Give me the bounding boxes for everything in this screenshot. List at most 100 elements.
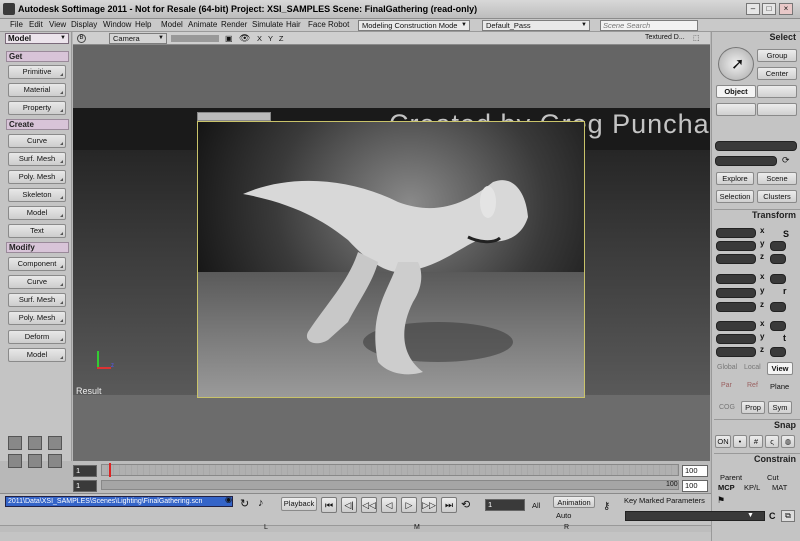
cog-button[interactable]: COG bbox=[719, 404, 735, 411]
key-set-field[interactable] bbox=[625, 511, 765, 521]
local-button[interactable]: Local bbox=[744, 364, 761, 371]
get-primitive-button[interactable]: Primitive bbox=[8, 65, 66, 79]
filter-slot-3[interactable] bbox=[716, 103, 756, 116]
toolbar-mode-select[interactable]: Model ▼ bbox=[5, 33, 69, 44]
layout-grid-icon[interactable] bbox=[48, 436, 62, 450]
snap-on-button[interactable]: ON bbox=[715, 435, 731, 448]
rotate-z-field[interactable] bbox=[716, 302, 756, 312]
mat-tab[interactable]: MAT bbox=[772, 483, 787, 492]
get-material-button[interactable]: Material bbox=[8, 83, 66, 97]
menu-simulate[interactable]: Simulate bbox=[252, 20, 283, 29]
modify-component-button[interactable]: Component bbox=[8, 257, 66, 271]
sym-button[interactable]: Sym bbox=[768, 401, 792, 414]
cut-button[interactable]: Cut bbox=[767, 473, 779, 482]
playback-button[interactable]: Playback bbox=[281, 497, 317, 511]
rotate-x-mini[interactable] bbox=[770, 274, 786, 284]
3d-viewport[interactable]: Created by Greg Punchatz z Result bbox=[73, 45, 710, 461]
scene-path-field[interactable]: 2011\Data\XSI_SAMPLES\Scenes\Lighting\Fi… bbox=[5, 496, 233, 507]
create-skeleton-button[interactable]: Skeleton bbox=[8, 188, 66, 202]
center-button[interactable]: Center bbox=[757, 67, 797, 80]
key-set-dropdown-icon[interactable]: ▼ bbox=[747, 512, 754, 519]
menu-edit[interactable]: Edit bbox=[29, 20, 43, 29]
menu-window[interactable]: Window bbox=[103, 20, 131, 29]
object-filter-button[interactable]: Object bbox=[716, 85, 756, 98]
clusters-button[interactable]: Clusters bbox=[757, 190, 797, 203]
view-button[interactable]: View bbox=[767, 362, 793, 375]
shading-mode-select[interactable]: Textured D... bbox=[645, 34, 685, 41]
menu-file[interactable]: File bbox=[10, 20, 23, 29]
eye-icon[interactable]: 👁 bbox=[239, 33, 250, 44]
plane-button[interactable]: Plane bbox=[770, 382, 789, 391]
mcp-tab[interactable]: MCP bbox=[718, 483, 735, 492]
create-surf-mesh-button[interactable]: Surf. Mesh bbox=[8, 152, 66, 166]
play-backward-button[interactable]: ◁ bbox=[381, 497, 397, 513]
all-button[interactable]: All bbox=[532, 501, 540, 510]
key-icon[interactable]: ⚷ bbox=[603, 501, 610, 512]
scene-button[interactable]: Scene bbox=[757, 172, 797, 185]
translate-z-mini[interactable] bbox=[770, 347, 786, 357]
translate-x-field[interactable] bbox=[716, 321, 756, 331]
key-marked-params-button[interactable]: Key Marked Parameters bbox=[624, 496, 705, 505]
modify-poly-mesh-button[interactable]: Poly. Mesh bbox=[8, 311, 66, 325]
menu-face-robot[interactable]: Face Robot bbox=[308, 20, 349, 29]
render-region[interactable] bbox=[197, 121, 585, 398]
layout-2-1-icon[interactable] bbox=[8, 454, 22, 468]
parent-button[interactable]: Parent bbox=[720, 473, 742, 482]
filter-slot-4[interactable] bbox=[757, 103, 797, 116]
scale-tool-button[interactable]: S bbox=[783, 229, 789, 239]
create-curve-button[interactable]: Curve bbox=[8, 134, 66, 148]
translate-z-field[interactable] bbox=[716, 347, 756, 357]
modify-curve-button[interactable]: Curve bbox=[8, 275, 66, 289]
rotate-tool-button[interactable]: r bbox=[783, 286, 787, 296]
last-frame-button[interactable]: ⏭ bbox=[441, 497, 457, 513]
render-pass-select[interactable]: Default_Pass bbox=[482, 20, 590, 31]
scale-x-field[interactable] bbox=[716, 228, 756, 238]
global-button[interactable]: Global bbox=[717, 364, 737, 371]
script-editor-icon[interactable]: ⧉ bbox=[781, 510, 795, 522]
translate-x-mini[interactable] bbox=[770, 321, 786, 331]
select-arrow-button[interactable]: ➚ bbox=[718, 47, 754, 81]
scale-z-mini[interactable] bbox=[770, 254, 786, 264]
playhead[interactable] bbox=[109, 463, 111, 477]
layout-single-icon[interactable] bbox=[28, 454, 42, 468]
current-frame-field[interactable]: 1 bbox=[485, 499, 525, 511]
range-start-field[interactable]: 1 bbox=[73, 480, 97, 492]
translate-y-field[interactable] bbox=[716, 334, 756, 344]
scale-z-field[interactable] bbox=[716, 254, 756, 264]
create-model-button[interactable]: Model bbox=[8, 206, 66, 220]
camera-select[interactable]: Camera bbox=[109, 33, 167, 44]
camera-icon[interactable]: ▣ bbox=[225, 34, 233, 43]
rotate-z-mini[interactable] bbox=[770, 302, 786, 312]
menu-model[interactable]: Model bbox=[161, 20, 183, 29]
rotate-x-field[interactable] bbox=[716, 274, 756, 284]
command-c-button[interactable]: C bbox=[769, 511, 776, 521]
selection-button[interactable]: Selection bbox=[716, 190, 754, 203]
create-text-button[interactable]: Text bbox=[8, 224, 66, 238]
kpl-tab[interactable]: KP/L bbox=[744, 483, 760, 492]
cycle-selection-icon[interactable]: ⟳ bbox=[782, 155, 790, 166]
scene-search-input[interactable] bbox=[600, 20, 698, 31]
create-poly-mesh-button[interactable]: Poly. Mesh bbox=[8, 170, 66, 184]
minimize-button[interactable]: – bbox=[746, 3, 760, 15]
close-button[interactable]: × bbox=[779, 3, 793, 15]
scale-y-mini[interactable] bbox=[770, 241, 786, 251]
first-frame-button[interactable]: ⏮ bbox=[321, 497, 337, 513]
menu-view[interactable]: View bbox=[49, 20, 66, 29]
group-button[interactable]: Group bbox=[757, 49, 797, 62]
layout-four-icon[interactable] bbox=[48, 454, 62, 468]
timeline-end-field[interactable]: 100 bbox=[682, 465, 708, 477]
modify-model-button[interactable]: Model bbox=[8, 348, 66, 362]
prev-frame-button[interactable]: ◁◁ bbox=[361, 497, 377, 513]
play-forward-button[interactable]: ▷ bbox=[401, 497, 417, 513]
menu-help[interactable]: Help bbox=[135, 20, 151, 29]
selection-name-field[interactable] bbox=[715, 141, 797, 151]
menu-display[interactable]: Display bbox=[71, 20, 97, 29]
key-marked-icon[interactable]: ⚑ bbox=[717, 495, 725, 506]
animation-button[interactable]: Animation bbox=[553, 496, 595, 508]
selection-info-field[interactable] bbox=[715, 156, 777, 166]
path-dropdown-icon[interactable]: ◉ bbox=[225, 495, 232, 504]
playback-loop-icon[interactable]: ↻ bbox=[240, 497, 249, 510]
filter-slot-2[interactable] bbox=[757, 85, 797, 98]
viewport-maximize-icon[interactable]: ⬚ bbox=[693, 34, 700, 42]
range-end-field[interactable]: 100 bbox=[682, 480, 708, 492]
